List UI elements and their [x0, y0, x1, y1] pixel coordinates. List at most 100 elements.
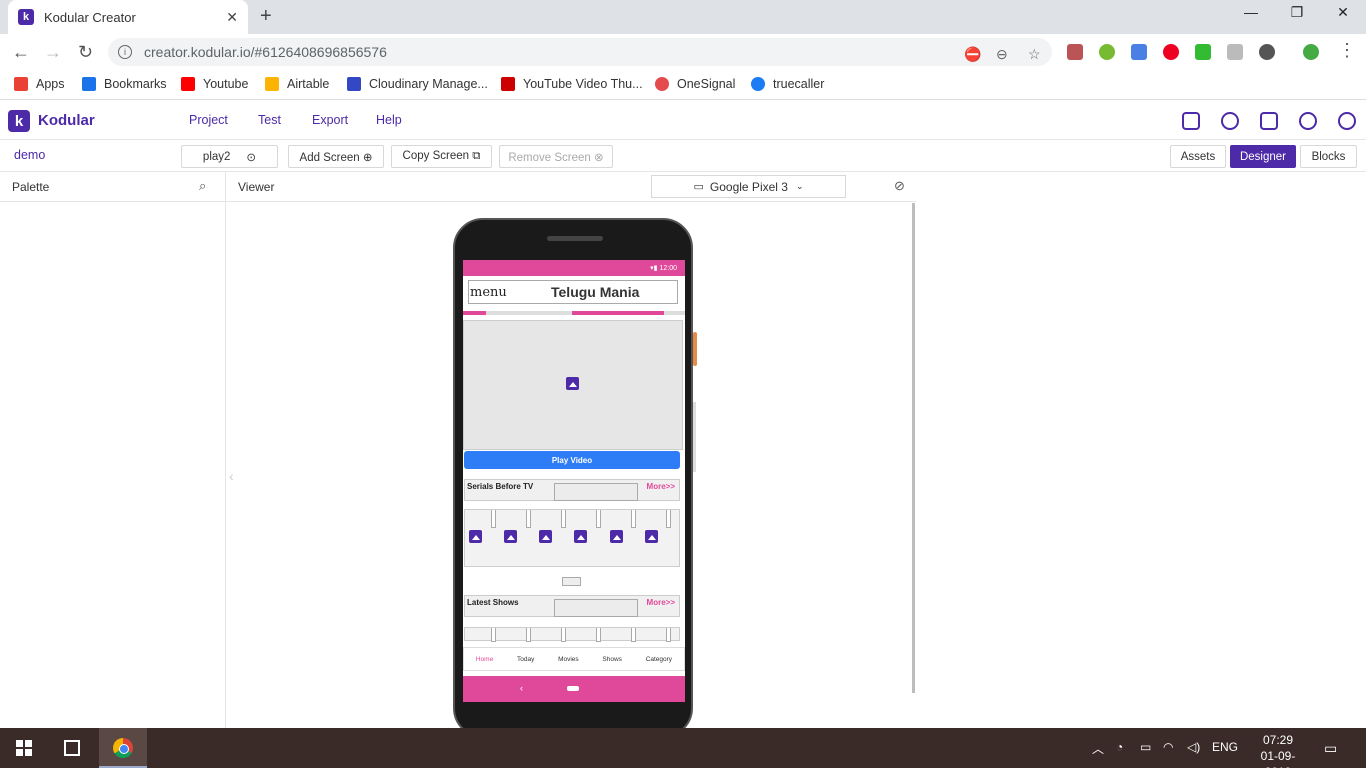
device-select[interactable]: ▭ Google Pixel 3 ⌄	[651, 175, 846, 198]
menu-help[interactable]: Help	[376, 113, 402, 127]
chrome-menu-icon[interactable]: ⋮	[1338, 40, 1356, 61]
dollar-icon[interactable]	[1299, 112, 1317, 130]
more-link[interactable]: More>>	[647, 482, 675, 491]
opera-extension-icon[interactable]	[1163, 44, 1179, 60]
nav-today[interactable]: Today	[517, 656, 534, 663]
address-bar[interactable]: i creator.kodular.io/#6126408696856576 ⛔…	[108, 38, 1052, 66]
chevron-down-icon: ⊙	[246, 151, 257, 164]
chevron-up-icon[interactable]: ︿	[1092, 740, 1104, 757]
image-icon[interactable]	[610, 530, 623, 543]
bookmark-apps[interactable]: Apps	[14, 77, 65, 91]
image-icon	[566, 377, 579, 390]
image-icon[interactable]	[645, 530, 658, 543]
site-info-icon[interactable]: i	[118, 45, 132, 59]
nav-shows[interactable]: Shows	[602, 656, 622, 663]
account-icon[interactable]	[1338, 112, 1356, 130]
truecaller-icon	[751, 77, 765, 91]
image-icon[interactable]	[504, 530, 517, 543]
play-video-button[interactable]: Play Video	[464, 451, 680, 469]
close-window-button[interactable]: ✕	[1320, 4, 1366, 21]
latest-gallery[interactable]	[464, 627, 680, 642]
serials-gallery[interactable]	[464, 509, 680, 567]
small-button[interactable]	[562, 577, 581, 586]
blocked-icon[interactable]: ⛔	[964, 46, 981, 63]
docs-icon[interactable]	[1260, 112, 1278, 130]
headset-icon[interactable]: ◠	[1163, 740, 1173, 754]
bookmark-truecaller[interactable]: truecaller	[751, 77, 824, 91]
clock-time: 07:29	[1262, 733, 1294, 747]
back-button[interactable]: ←	[12, 42, 30, 63]
title-bar[interactable]: menu Telugu Mania	[468, 280, 678, 304]
zoom-icon[interactable]: ⊖	[996, 46, 1008, 63]
hidden-components-icon[interactable]: ⊘	[894, 178, 905, 194]
browser-tab[interactable]: k Kodular Creator ✕	[8, 0, 248, 34]
menu-project[interactable]: Project	[189, 113, 228, 127]
section-textbox[interactable]	[554, 599, 638, 617]
screen-select[interactable]: play2 ⊙	[181, 145, 278, 168]
nav-category[interactable]: Category	[646, 656, 672, 663]
menu-label[interactable]: menu	[470, 285, 507, 300]
video-player[interactable]	[463, 320, 683, 450]
youtube-icon	[181, 77, 195, 91]
translate-extension-icon[interactable]	[1131, 44, 1147, 60]
image-icon[interactable]	[574, 530, 587, 543]
image-icon[interactable]	[539, 530, 552, 543]
language-indicator[interactable]: ENG	[1212, 740, 1238, 754]
windows-start-icon[interactable]	[16, 740, 32, 756]
reload-button[interactable]: ↻	[78, 42, 93, 63]
viewer-scrollbar[interactable]	[912, 203, 915, 693]
search-icon[interactable]: ⌕	[199, 178, 206, 194]
palette-header: Palette ⌕	[0, 172, 226, 202]
nav-home[interactable]: Home	[476, 656, 493, 663]
app-title[interactable]: Telugu Mania	[551, 284, 639, 300]
volume-icon[interactable]: ◁)	[1187, 740, 1200, 754]
menu-export[interactable]: Export	[312, 113, 348, 127]
assets-button[interactable]: Assets	[1170, 145, 1226, 168]
chrome-taskbar-button[interactable]	[99, 728, 147, 768]
network-icon[interactable]: ◔	[1116, 740, 1123, 754]
clock[interactable]: 07:29 01-09-2019	[1248, 732, 1308, 780]
download-extension-icon[interactable]	[1227, 44, 1243, 60]
collapse-palette-icon[interactable]: ‹	[229, 468, 234, 484]
designer-button[interactable]: Designer	[1230, 145, 1296, 168]
clock-date: 01-09-2019	[1260, 749, 1296, 779]
cloudinary-icon	[347, 77, 361, 91]
copy-screen-button[interactable]: Copy Screen ⧉	[391, 145, 492, 168]
folder-icon[interactable]	[1182, 112, 1200, 130]
people-extension-icon[interactable]	[1259, 44, 1275, 60]
browser-tab-strip: k Kodular Creator ✕ + — ❐ ✕	[0, 0, 1366, 34]
add-screen-button[interactable]: Add Screen ⊕	[288, 145, 384, 168]
chrome-extension-icon[interactable]	[1099, 44, 1115, 60]
star-icon[interactable]: ☆	[1028, 46, 1041, 63]
bookmark-youtube-thumb[interactable]: YouTube Video Thu...	[501, 77, 643, 91]
nav-movies[interactable]: Movies	[558, 656, 579, 663]
restore-button[interactable]: ❐	[1274, 4, 1320, 21]
task-view-icon[interactable]	[64, 740, 80, 756]
image-icon[interactable]	[469, 530, 482, 543]
section-textbox[interactable]	[554, 483, 638, 501]
more-link[interactable]: More>>	[647, 598, 675, 607]
globe-extension-icon[interactable]	[1303, 44, 1319, 60]
bookmark-airtable[interactable]: Airtable	[265, 77, 329, 91]
tv-extension-icon[interactable]	[1195, 44, 1211, 60]
kodular-logo[interactable]: k	[8, 110, 30, 132]
remove-screen-button[interactable]: Remove Screen ⊗	[499, 145, 613, 168]
blocks-button[interactable]: Blocks	[1300, 145, 1357, 168]
palette-icon[interactable]	[1221, 112, 1239, 130]
minimize-button[interactable]: —	[1228, 4, 1274, 20]
url-text[interactable]: creator.kodular.io/#6126408696856576	[144, 44, 387, 60]
youtube-thumb-icon	[501, 77, 515, 91]
section-header-serials: Serials Before TV More>>	[464, 479, 680, 501]
bookmark-cloudinary[interactable]: Cloudinary Manage...	[347, 77, 488, 91]
bookmark-onesignal[interactable]: OneSignal	[655, 77, 735, 91]
new-tab-button[interactable]: +	[260, 5, 272, 28]
battery-icon[interactable]: ▭	[1140, 740, 1151, 754]
notifications-icon[interactable]: ▭	[1324, 740, 1337, 757]
pdf-extension-icon[interactable]	[1067, 44, 1083, 60]
bookmark-youtube[interactable]: Youtube	[181, 77, 248, 91]
wifi-icon: ▾▮	[650, 265, 658, 272]
tab-close-icon[interactable]: ✕	[226, 9, 238, 26]
forward-button[interactable]: →	[44, 42, 62, 63]
menu-test[interactable]: Test	[258, 113, 281, 127]
bookmark-bookmarks[interactable]: Bookmarks	[82, 77, 167, 91]
